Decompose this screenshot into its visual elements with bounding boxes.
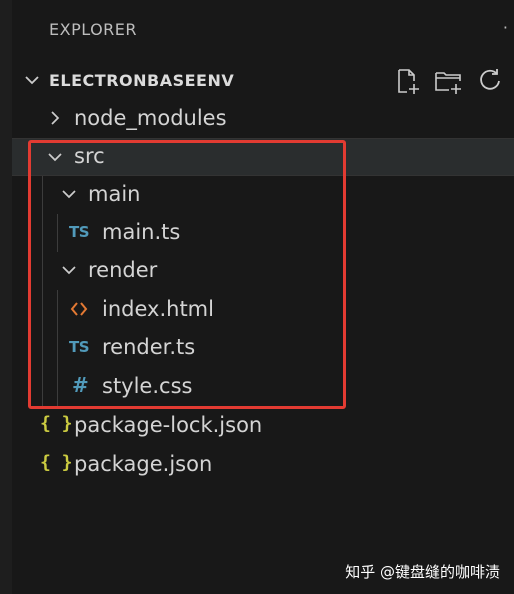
chevron-down-icon — [62, 190, 76, 199]
activity-bar-edge — [0, 0, 12, 594]
more-actions-icon[interactable]: · — [503, 18, 508, 37]
tree-item-node-modules[interactable]: node_modules — [12, 100, 514, 138]
explorer-title: EXPLORER — [49, 20, 137, 39]
tree-item-label: package-lock.json — [74, 413, 263, 437]
json-icon: { } — [40, 452, 73, 473]
tree-item-label: src — [74, 144, 105, 168]
tree-item-label: main.ts — [102, 220, 181, 244]
chevron-right-icon — [51, 111, 60, 125]
explorer-header: EXPLORER · — [12, 0, 514, 62]
new-folder-icon[interactable] — [433, 66, 463, 96]
tree-item-label: render — [88, 258, 158, 282]
watermark-text: 知乎 @键盘缝的咖啡渍 — [345, 563, 500, 581]
tree-item-main-ts[interactable]: TS main.ts — [12, 214, 514, 252]
tree-item-label: render.ts — [102, 335, 196, 359]
chevron-down-icon — [62, 266, 76, 275]
css-icon: # — [72, 373, 89, 397]
tree-item-src[interactable]: src — [12, 138, 514, 176]
tree-item-package-json[interactable]: { } package.json — [12, 446, 514, 484]
tree-item-index-html[interactable]: index.html — [12, 291, 514, 329]
tree-item-label: index.html — [102, 297, 214, 321]
tree-item-label: style.css — [102, 374, 193, 398]
tree-item-render-ts[interactable]: TS render.ts — [12, 329, 514, 367]
refresh-icon[interactable] — [475, 66, 505, 96]
workspace-title: ELECTRONBASEENV — [49, 71, 235, 90]
tree-item-style-css[interactable]: # style.css — [12, 368, 514, 406]
new-file-icon[interactable] — [392, 66, 422, 96]
tree-item-label: package.json — [74, 452, 213, 476]
tree-item-label: main — [88, 182, 141, 206]
workspace-section-header[interactable]: ELECTRONBASEENV — [12, 62, 514, 100]
html-icon — [70, 302, 88, 316]
tree-item-package-lock-json[interactable]: { } package-lock.json — [12, 407, 514, 445]
typescript-icon: TS — [69, 338, 90, 356]
chevron-down-icon — [25, 76, 39, 85]
tree-item-label: node_modules — [74, 106, 227, 130]
tree-item-render[interactable]: render — [12, 252, 514, 290]
tree-item-main[interactable]: main — [12, 176, 514, 214]
json-icon: { } — [40, 413, 73, 434]
chevron-down-icon — [48, 153, 62, 162]
typescript-icon: TS — [69, 223, 90, 241]
